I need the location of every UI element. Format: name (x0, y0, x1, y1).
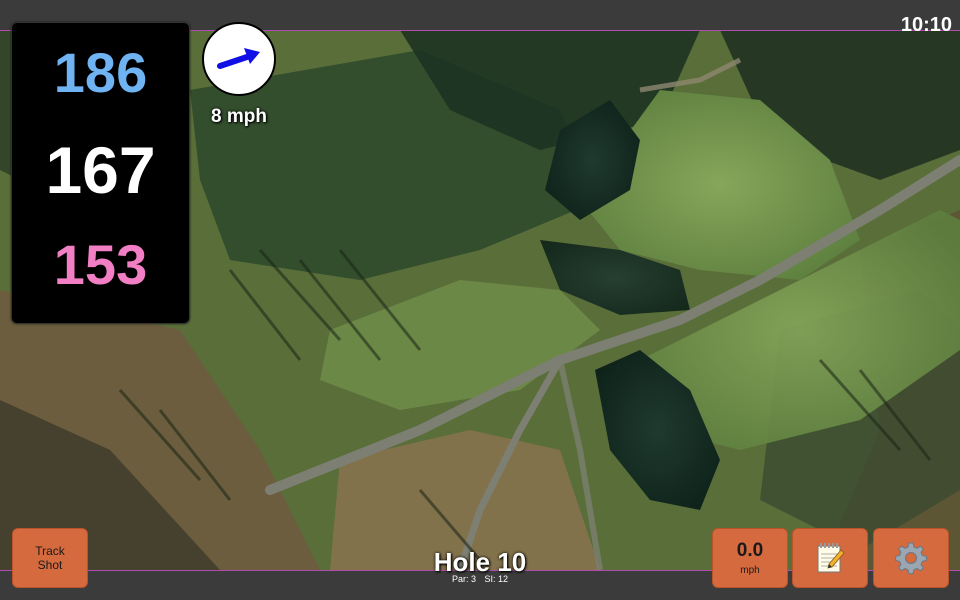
settings-button[interactable] (873, 528, 949, 588)
wind-arrow-icon (217, 48, 260, 69)
front-distance: 153 (53, 233, 148, 296)
wind-indicator (202, 22, 276, 96)
middle-distance: 167 (45, 133, 156, 207)
golf-gps-screen: 10:10 186 167 153 8 mph Track Shot Hole … (0, 0, 960, 600)
track-shot-label-line1: Track (35, 544, 65, 558)
speed-value: 0.0 (736, 539, 764, 561)
back-distance: 186 (53, 41, 148, 104)
track-shot-label: Track Shot (35, 544, 65, 572)
gear-icon (895, 542, 927, 575)
track-shot-button[interactable]: Track Shot (12, 528, 88, 588)
hole-title: Hole 10 (433, 547, 527, 577)
notes-button[interactable] (792, 528, 868, 588)
hole-info: Hole 10 Par: 3 SI: 12 (380, 548, 580, 584)
distance-panel: 186 167 153 (11, 22, 190, 324)
hole-stroke-index: SI: 12 (484, 574, 509, 584)
hole-par: Par: 3 (451, 574, 476, 584)
track-shot-label-line2: Shot (37, 558, 63, 572)
speed-unit: mph (740, 564, 760, 576)
wind-speed: 8 mph (211, 106, 267, 127)
hole-details: Par: 3 SI: 12 (380, 574, 580, 584)
clock: 10:10 (900, 14, 952, 36)
speed-button[interactable]: 0.0 mph (712, 528, 788, 588)
notepad-icon (817, 543, 845, 573)
